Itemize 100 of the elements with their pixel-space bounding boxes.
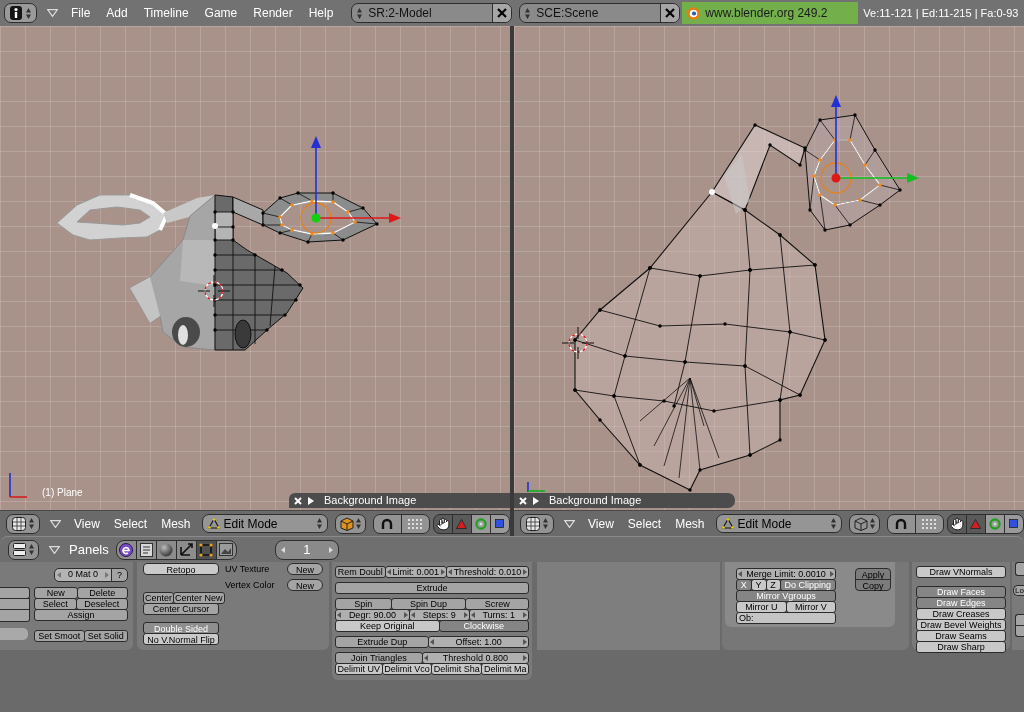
toggle-button[interactable]: Draw Creases xyxy=(916,608,1006,620)
button[interactable] xyxy=(1015,625,1024,637)
number-field[interactable]: Degr: 90.00 xyxy=(335,609,410,621)
snap-button[interactable] xyxy=(400,513,430,534)
action-button[interactable]: Lo xyxy=(1013,585,1024,596)
toggle-button[interactable]: Draw Seams xyxy=(916,630,1006,642)
manipulator-toggle[interactable] xyxy=(489,513,510,534)
close-button[interactable] xyxy=(492,4,512,22)
manipulator-toggle[interactable] xyxy=(965,513,986,534)
number-field[interactable]: Steps: 9 xyxy=(408,609,470,621)
button[interactable] xyxy=(1015,562,1024,576)
action-button[interactable]: Spin Dup xyxy=(390,598,467,610)
floating-panel-header[interactable]: Background Image xyxy=(514,493,735,508)
new-layer-button[interactable]: New xyxy=(287,579,323,591)
action-button[interactable]: Assign xyxy=(34,609,128,621)
menu-item[interactable]: View xyxy=(67,515,107,532)
manipulator-toggle[interactable] xyxy=(470,513,491,534)
toggle-button[interactable]: Z xyxy=(765,579,781,591)
action-button[interactable]: Extrude Dup xyxy=(335,636,430,648)
action-button[interactable]: Select xyxy=(34,598,77,610)
toggle-button[interactable]: Do Clipping xyxy=(779,579,836,591)
menu-item[interactable]: Mesh xyxy=(154,515,198,532)
text-field[interactable]: Ob: xyxy=(736,612,836,624)
screen-selector[interactable]: SR:2-Model xyxy=(351,3,513,23)
manipulator-toggle[interactable] xyxy=(451,513,472,534)
draw-type-button[interactable] xyxy=(848,513,880,534)
action-button[interactable]: Set Solid xyxy=(83,630,128,642)
action-button[interactable]: Spin xyxy=(335,598,392,610)
button[interactable] xyxy=(0,609,30,622)
menu-item[interactable]: Add xyxy=(98,5,136,21)
snap-button[interactable] xyxy=(914,513,944,534)
action-button[interactable]: Screw xyxy=(465,598,529,610)
manipulator-toggle[interactable] xyxy=(1003,513,1024,534)
context-tab[interactable] xyxy=(155,539,177,560)
menu-item[interactable]: Game xyxy=(196,5,246,21)
button[interactable] xyxy=(0,587,30,599)
action-button[interactable]: Center xyxy=(143,592,174,604)
mode-dropdown[interactable]: Edit Mode xyxy=(715,514,842,533)
toggle-button[interactable]: Keep Original xyxy=(335,620,440,632)
panels-menu[interactable]: Panels xyxy=(69,541,109,558)
material-index-field[interactable]: 0 Mat 0 xyxy=(54,568,112,582)
number-field[interactable]: Offset: 1.00 xyxy=(428,636,529,648)
draw-type-button[interactable] xyxy=(334,513,366,534)
menu-item[interactable]: Select xyxy=(620,515,669,532)
help-button[interactable]: ? xyxy=(111,568,128,582)
action-button[interactable]: Rem Doubl xyxy=(335,566,386,578)
toggle-button[interactable]: Mirror U xyxy=(736,601,787,613)
toggle-button[interactable]: Delimit UV xyxy=(335,663,383,675)
mode-dropdown[interactable]: Edit Mode xyxy=(201,514,328,533)
close-button[interactable] xyxy=(660,4,680,22)
menu-item[interactable]: Select xyxy=(106,515,155,532)
transform-axis-arrows[interactable] xyxy=(300,136,401,234)
menu-item[interactable]: Render xyxy=(245,5,301,21)
editor-type-button[interactable] xyxy=(6,513,40,534)
number-field[interactable]: Threshold 0.800 xyxy=(421,652,529,664)
slider-field[interactable] xyxy=(0,628,28,640)
toggle-button[interactable]: Retopo xyxy=(143,563,219,575)
toggle-button[interactable]: Delimit Vco xyxy=(381,663,433,675)
action-button[interactable]: Center Cursor xyxy=(143,603,219,615)
context-tab[interactable] xyxy=(175,539,197,560)
action-button[interactable]: Set Smoot xyxy=(34,630,85,642)
version-banner[interactable]: www.blender.org 249.2 xyxy=(682,2,859,24)
proportional-edit-button[interactable] xyxy=(372,513,402,534)
editor-type-button[interactable] xyxy=(520,513,554,534)
action-button[interactable]: Join Triangles xyxy=(335,652,423,664)
action-button[interactable]: Center New xyxy=(173,592,225,604)
context-tab[interactable] xyxy=(115,539,137,560)
menu-item[interactable]: File xyxy=(63,5,99,21)
toggle-button[interactable]: Mirror Vgroups xyxy=(736,590,836,602)
toggle-button[interactable]: Draw Sharp xyxy=(916,641,1006,653)
number-field[interactable]: Limit: 0.001 xyxy=(384,566,447,578)
number-field[interactable]: Threshold: 0.010 xyxy=(445,566,529,578)
action-button[interactable]: Extrude xyxy=(335,582,529,594)
manipulator-toggle[interactable] xyxy=(432,513,453,534)
button[interactable] xyxy=(0,598,30,610)
toggle-button[interactable]: Draw VNormals xyxy=(916,566,1006,578)
proportional-edit-button[interactable] xyxy=(886,513,916,534)
scene-selector[interactable]: SCE:Scene xyxy=(519,3,681,23)
menu-item[interactable]: View xyxy=(581,515,621,532)
manipulator-toggle[interactable] xyxy=(984,513,1005,534)
editor-type-button[interactable] xyxy=(4,3,37,23)
toggle-button[interactable]: Draw Faces xyxy=(916,586,1006,598)
toggle-button[interactable]: Draw Bevel Weights xyxy=(916,619,1006,631)
toggle-button[interactable]: Delimit Sha xyxy=(431,663,483,675)
number-field[interactable]: Turns: 1 xyxy=(468,609,529,621)
action-button[interactable]: New xyxy=(34,587,78,599)
toggle-button[interactable]: Delimit Ma xyxy=(481,663,529,675)
toggle-button[interactable]: Mirror V xyxy=(785,601,836,613)
editor-type-button[interactable] xyxy=(8,539,39,560)
menu-item[interactable]: Help xyxy=(300,5,342,21)
new-layer-button[interactable]: New xyxy=(287,563,323,575)
toggle-button[interactable]: Draw Edges xyxy=(916,597,1006,609)
toggle-button[interactable]: X xyxy=(736,579,752,591)
manipulator-toggle[interactable] xyxy=(946,513,967,534)
context-tab[interactable] xyxy=(195,539,217,560)
transform-axis-arrows[interactable] xyxy=(820,95,919,194)
menu-item[interactable]: Timeline xyxy=(135,5,197,21)
number-field[interactable]: Merge Limit: 0.0010 xyxy=(736,568,836,580)
context-tab[interactable] xyxy=(135,539,157,560)
toggle-button[interactable]: No V.Normal Flip xyxy=(143,633,219,645)
